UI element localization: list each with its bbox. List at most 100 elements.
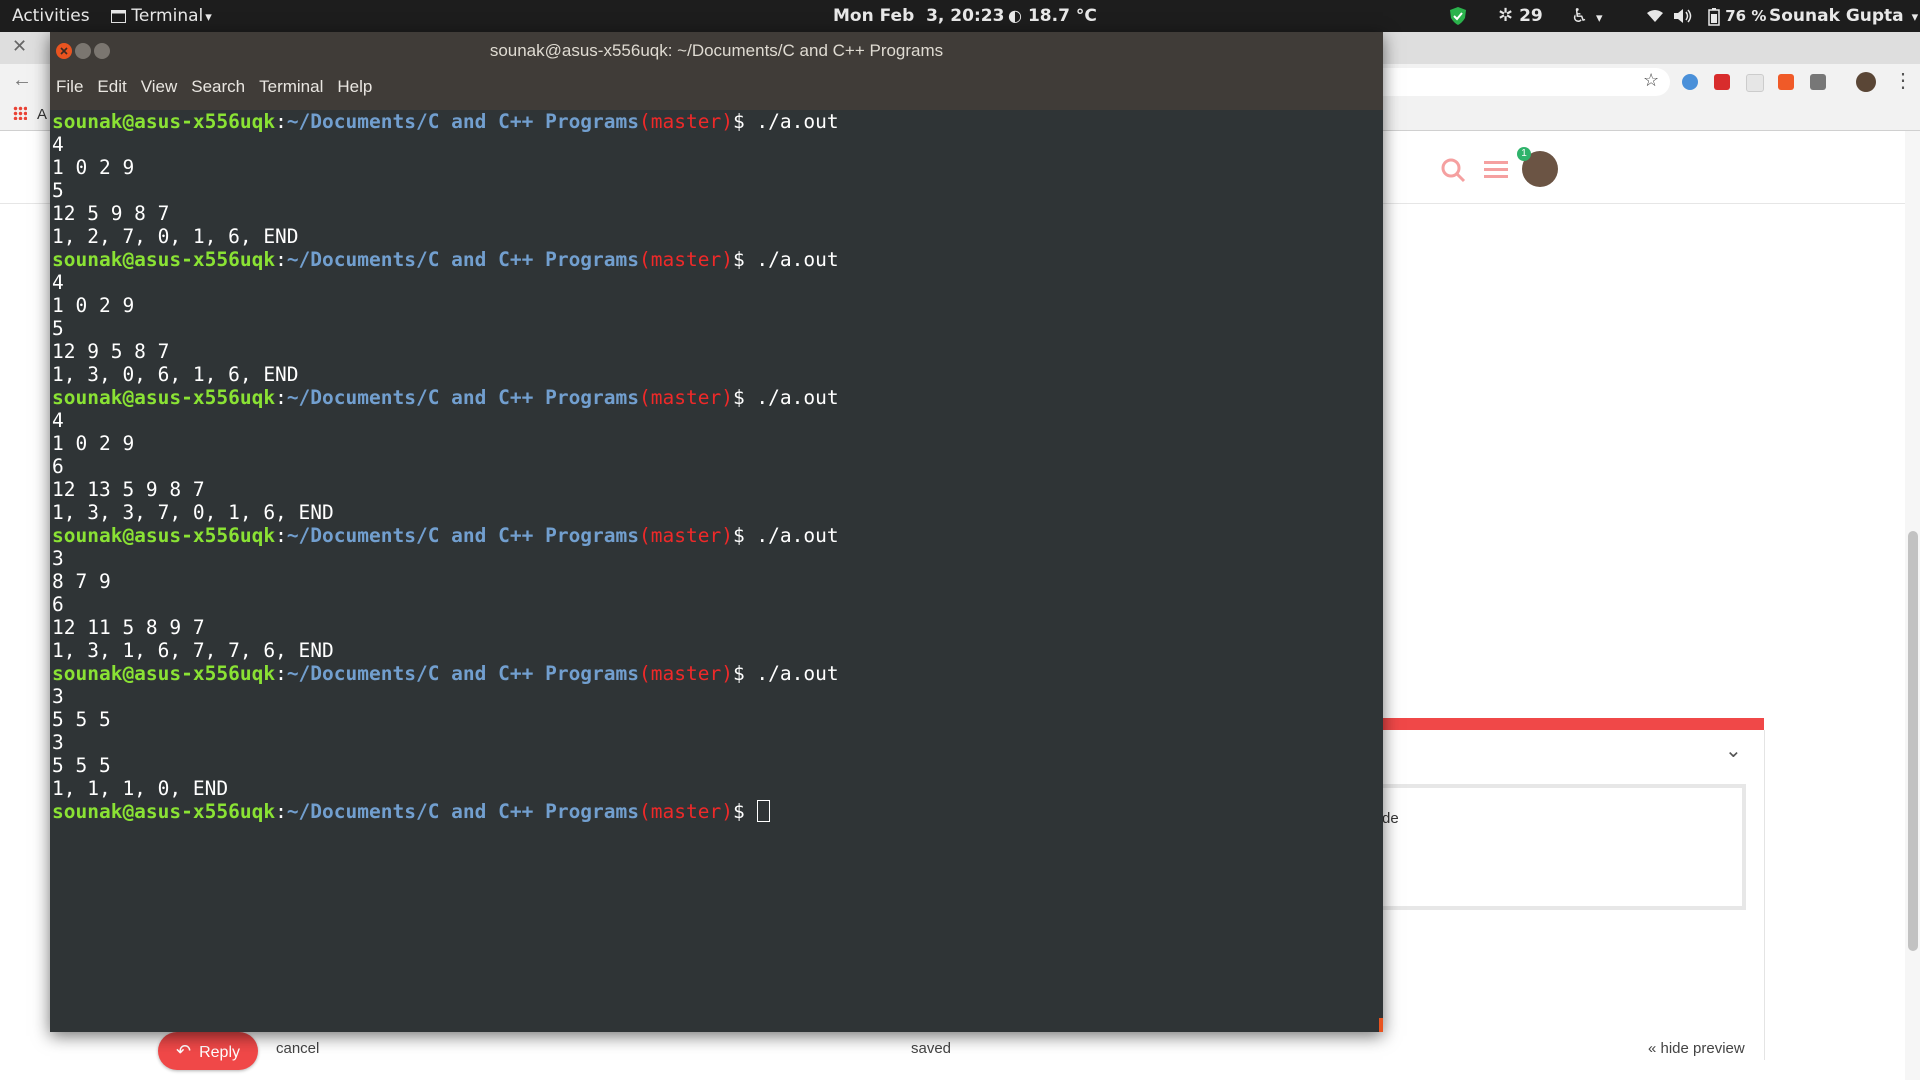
output-line: 1, 2, 7, 0, 1, 6, END xyxy=(52,225,299,248)
extension-icon[interactable] xyxy=(1778,74,1794,90)
prompt-user-host: sounak@asus-x556uqk xyxy=(52,110,276,133)
prompt-branch: (master) xyxy=(639,248,733,271)
notification-badge: 1 xyxy=(1517,147,1531,161)
shield-icon[interactable] xyxy=(1449,0,1467,32)
wifi-icon[interactable] xyxy=(1646,0,1664,32)
output-line: 6 xyxy=(52,455,64,478)
output-line: 5 5 5 xyxy=(52,708,111,731)
cancel-link[interactable]: cancel xyxy=(276,1040,319,1057)
chevron-down-icon: ▾ xyxy=(205,10,212,25)
output-line: 1 0 2 9 xyxy=(52,294,135,317)
reply-button[interactable]: ↶ Reply xyxy=(158,1032,258,1070)
prompt-line: sounak@asus-x556uqk:~/Documents/C and C+… xyxy=(52,662,1383,685)
prompt-path: ~/Documents/C and C++ Programs xyxy=(286,386,640,409)
clock[interactable]: Mon Feb 3, 20:23 xyxy=(833,0,1004,32)
output-line: 12 11 5 8 9 7 xyxy=(52,616,205,639)
reply-arrow-icon: ↶ xyxy=(176,1041,192,1061)
browser-menu-icon[interactable]: ⋮ xyxy=(1893,68,1913,93)
system-top-bar: Activities Terminal ▾ Mon Feb 3, 20:23 ◐ 1… xyxy=(0,0,1920,32)
menu-search[interactable]: Search xyxy=(191,77,245,97)
text-cursor[interactable] xyxy=(757,800,771,822)
menu-edit[interactable]: Edit xyxy=(97,77,126,97)
prompt-line: sounak@asus-x556uqk:~/Documents/C and C+… xyxy=(52,110,1383,133)
bookmark-star-icon[interactable]: ☆ xyxy=(1643,70,1659,91)
battery-indicator[interactable]: 76 % xyxy=(1708,0,1766,32)
notification-count: 29 xyxy=(1519,6,1543,26)
menu-view[interactable]: View xyxy=(141,77,178,97)
prompt-colon: : xyxy=(275,110,287,133)
chevron-down-icon[interactable]: ⌄ xyxy=(1725,738,1742,763)
scrollbar-thumb[interactable] xyxy=(1908,531,1918,951)
command-text: ./a.out xyxy=(756,386,839,409)
close-tab-icon[interactable]: ✕ xyxy=(12,36,27,57)
hamburger-menu-icon[interactable] xyxy=(1484,159,1508,181)
output-line: 1, 3, 3, 7, 0, 1, 6, END xyxy=(52,501,334,524)
extension-icon[interactable] xyxy=(1810,74,1826,90)
prompt-colon: : xyxy=(275,662,287,685)
page-scrollbar[interactable] xyxy=(1905,131,1920,1080)
accessibility-menu[interactable]: ♿ ▾ xyxy=(1571,0,1603,32)
prompt-line: sounak@asus-x556uqk:~/Documents/C and C+… xyxy=(52,386,1383,409)
prompt-branch: (master) xyxy=(639,662,733,685)
terminal-headerbar[interactable]: sounak@asus-x556uqk: ~/Documents/C and C… xyxy=(50,32,1383,110)
volume-icon[interactable] xyxy=(1673,0,1693,32)
extension-icon[interactable] xyxy=(1682,74,1698,90)
search-icon[interactable] xyxy=(1440,157,1466,183)
moon-icon: ◐ xyxy=(1008,6,1022,25)
user-menu[interactable]: Sounak Gupta ▾ xyxy=(1769,0,1918,32)
output-line: 5 5 5 xyxy=(52,754,111,777)
terminal-window[interactable]: sounak@asus-x556uqk: ~/Documents/C and C… xyxy=(50,32,1383,1032)
output-line: 4 xyxy=(52,409,64,432)
command-text: ./a.out xyxy=(756,110,839,133)
prompt-branch: (master) xyxy=(639,110,733,133)
command-text: ./a.out xyxy=(756,248,839,271)
prompt-branch: (master) xyxy=(639,386,733,409)
command-text: ./a.out xyxy=(756,662,839,685)
prompt-user-host: sounak@asus-x556uqk xyxy=(52,800,276,823)
menu-terminal[interactable]: Terminal xyxy=(259,77,323,97)
prompt-path: ~/Documents/C and C++ Programs xyxy=(286,248,640,271)
activities-button[interactable]: Activities xyxy=(12,0,90,32)
prompt-line: sounak@asus-x556uqk:~/Documents/C and C+… xyxy=(52,800,1383,823)
back-arrow-icon[interactable]: ← xyxy=(12,69,32,92)
preview-text: de xyxy=(1382,810,1399,827)
extension-icon[interactable] xyxy=(1746,74,1764,92)
menu-file[interactable]: File xyxy=(56,77,83,97)
address-bar[interactable] xyxy=(1370,68,1670,96)
prompt-dollar: $ xyxy=(732,662,757,685)
output-line: 12 5 9 8 7 xyxy=(52,202,170,225)
notification-indicator[interactable]: ✲ 29 xyxy=(1498,0,1543,32)
output-line: 12 13 5 9 8 7 xyxy=(52,478,205,501)
chevron-down-icon: ▾ xyxy=(1911,10,1919,25)
output-line: 3 xyxy=(52,547,64,570)
prompt-path: ~/Documents/C and C++ Programs xyxy=(286,524,640,547)
output-line: 4 xyxy=(52,133,64,156)
prompt-dollar: $ xyxy=(732,800,757,823)
prompt-colon: : xyxy=(275,524,287,547)
prompt-user-host: sounak@asus-x556uqk xyxy=(52,386,276,409)
prompt-colon: : xyxy=(275,386,287,409)
weather-indicator[interactable]: ◐ 18.7 °C xyxy=(1008,0,1097,32)
profile-avatar-icon[interactable] xyxy=(1856,72,1876,92)
preview-box xyxy=(1380,784,1746,910)
menu-help[interactable]: Help xyxy=(337,77,372,97)
bookmark-label[interactable]: A xyxy=(37,106,47,123)
prompt-branch: (master) xyxy=(639,524,733,547)
accessibility-icon: ♿ xyxy=(1571,5,1589,27)
hide-preview-link[interactable]: « hide preview xyxy=(1648,1040,1745,1057)
terminal-output[interactable]: sounak@asus-x556uqk:~/Documents/C and C+… xyxy=(50,110,1383,1032)
gear-icon: ✲ xyxy=(1498,5,1514,26)
preview-panel: ⌄ de xyxy=(1380,730,1765,1060)
resize-handle[interactable] xyxy=(1379,1018,1383,1032)
output-line: 1 0 2 9 xyxy=(52,432,135,455)
save-status: saved xyxy=(911,1040,952,1057)
chevron-down-icon: ▾ xyxy=(1596,11,1603,26)
output-line: 4 xyxy=(52,271,64,294)
output-line: 1, 3, 1, 6, 7, 7, 6, END xyxy=(52,639,334,662)
apps-grid-icon[interactable] xyxy=(13,106,27,120)
weather-temperature: 18.7 °C xyxy=(1027,6,1097,26)
user-name: Sounak Gupta xyxy=(1769,6,1904,26)
output-line: 12 9 5 8 7 xyxy=(52,340,170,363)
app-menu[interactable]: Terminal ▾ xyxy=(111,0,212,32)
extension-icon[interactable] xyxy=(1714,74,1730,90)
